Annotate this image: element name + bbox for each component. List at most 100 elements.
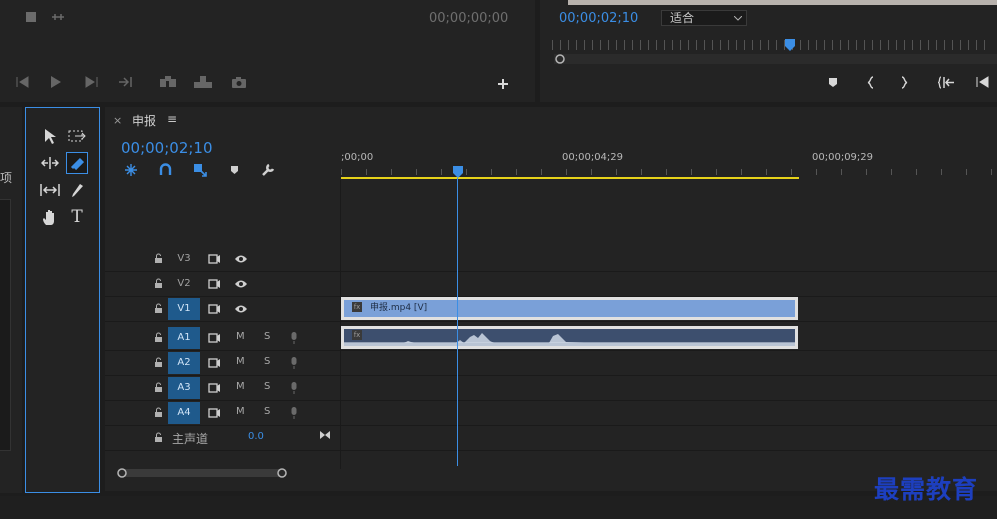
track-row-v1: V1 xyxy=(105,297,340,322)
program-monitor: 00;00;02;10 适合 xyxy=(540,0,997,102)
microphone-icon[interactable] xyxy=(290,331,298,344)
goto-in-icon[interactable] xyxy=(938,76,956,89)
insert-icon[interactable] xyxy=(158,75,178,89)
hand-tool[interactable] xyxy=(39,206,61,228)
solo-button[interactable]: S xyxy=(264,331,270,342)
track-label-a3[interactable]: A3 xyxy=(168,377,200,399)
add-button-icon[interactable] xyxy=(497,78,509,90)
export-frame-icon[interactable] xyxy=(25,11,37,23)
microphone-icon[interactable] xyxy=(290,356,298,369)
track-label-v3[interactable]: V3 xyxy=(168,248,200,270)
track-select-tool[interactable] xyxy=(66,125,88,147)
go-to-start-end-icon[interactable] xyxy=(319,430,331,440)
sync-lock-icon[interactable] xyxy=(208,383,221,393)
ripple-edit-tool[interactable] xyxy=(39,152,61,174)
mute-button[interactable]: M xyxy=(236,381,245,392)
fit-dropdown[interactable]: 适合 xyxy=(661,10,747,26)
wrench-icon[interactable] xyxy=(261,163,275,177)
track-select-icon xyxy=(68,130,86,142)
eye-icon[interactable] xyxy=(234,304,248,314)
sync-lock-icon[interactable] xyxy=(208,358,221,368)
program-playhead-icon[interactable] xyxy=(784,38,796,52)
eye-icon[interactable] xyxy=(234,279,248,289)
lock-icon[interactable] xyxy=(154,332,163,343)
step-forward-icon[interactable] xyxy=(85,76,99,88)
overwrite-icon[interactable] xyxy=(193,75,213,89)
track-label-v1[interactable]: V1 xyxy=(168,298,200,320)
mute-button[interactable]: M xyxy=(236,406,245,417)
step-back-icon[interactable] xyxy=(15,76,29,88)
video-preview xyxy=(568,0,997,5)
goto-out-icon[interactable] xyxy=(118,76,134,88)
fx-badge: fx xyxy=(352,302,362,312)
microphone-icon[interactable] xyxy=(290,406,298,419)
step-back-icon-program[interactable] xyxy=(975,76,989,88)
master-volume-value[interactable]: 0.0 xyxy=(248,431,264,442)
track-label-a2[interactable]: A2 xyxy=(168,352,200,374)
solo-button[interactable]: S xyxy=(264,381,270,392)
program-scrollbar[interactable] xyxy=(554,54,997,64)
lock-icon[interactable] xyxy=(154,278,163,289)
lane-master xyxy=(341,426,997,451)
linked-selection-icon[interactable] xyxy=(193,163,207,177)
video-clip-name: 申报.mp4 [V] xyxy=(370,303,428,313)
solo-button[interactable]: S xyxy=(264,406,270,417)
audio-clip[interactable]: fx xyxy=(341,326,798,349)
master-track-label: 主声道 xyxy=(172,432,209,446)
time-ruler[interactable]: ;00;00 00;00;04;29 00;00;09;29 xyxy=(341,147,997,180)
ripple-edit-icon xyxy=(41,157,59,169)
marker-icon[interactable] xyxy=(828,77,838,88)
snap-magnet-icon[interactable] xyxy=(159,163,172,176)
program-ruler[interactable] xyxy=(552,40,992,50)
sync-lock-icon[interactable] xyxy=(208,408,221,418)
pen-tool[interactable] xyxy=(66,179,88,201)
selection-tool[interactable] xyxy=(39,125,61,147)
scroll-end-handle-icon[interactable] xyxy=(276,467,288,479)
settings-dots-icon[interactable] xyxy=(51,13,65,21)
playhead-line[interactable] xyxy=(457,178,458,466)
lock-icon[interactable] xyxy=(154,303,163,314)
playhead-icon[interactable] xyxy=(452,165,464,179)
sync-lock-icon[interactable] xyxy=(208,254,221,264)
solo-button[interactable]: S xyxy=(264,356,270,367)
close-tab-icon[interactable]: × xyxy=(113,114,122,127)
track-row-a2: A2 M S xyxy=(105,351,340,376)
track-label-a4[interactable]: A4 xyxy=(168,402,200,424)
lock-icon[interactable] xyxy=(154,407,163,418)
track-label-v2[interactable]: V2 xyxy=(168,273,200,295)
mute-button[interactable]: M xyxy=(236,356,245,367)
work-area-bar[interactable] xyxy=(341,177,799,179)
nest-icon[interactable] xyxy=(124,163,138,177)
razor-tool[interactable] xyxy=(66,152,88,174)
sequence-tab[interactable]: 申报 xyxy=(132,112,156,129)
type-tool[interactable]: T xyxy=(66,206,88,228)
lane-a4 xyxy=(341,401,997,426)
track-label-a1[interactable]: A1 xyxy=(168,327,200,349)
timeline-scrollbar[interactable] xyxy=(117,469,287,477)
play-icon[interactable] xyxy=(50,75,62,89)
video-clip[interactable]: fx 申报.mp4 [V] xyxy=(341,297,798,320)
mark-in-icon[interactable] xyxy=(867,76,875,89)
sequence-timecode[interactable]: 00;00;02;10 xyxy=(121,139,213,157)
scroll-start-handle-icon[interactable] xyxy=(116,467,128,479)
scroll-handle-icon[interactable] xyxy=(554,53,566,65)
tab-menu-icon[interactable]: ≡ xyxy=(167,112,177,126)
program-timecode[interactable]: 00;00;02;10 xyxy=(559,11,638,26)
project-list[interactable] xyxy=(0,199,11,451)
slip-tool[interactable] xyxy=(39,179,61,201)
lock-icon[interactable] xyxy=(154,382,163,393)
mute-button[interactable]: M xyxy=(236,331,245,342)
microphone-icon[interactable] xyxy=(290,381,298,394)
fit-dropdown-label: 适合 xyxy=(670,11,695,25)
lock-icon[interactable] xyxy=(154,357,163,368)
lock-icon[interactable] xyxy=(154,432,163,443)
add-marker-icon[interactable] xyxy=(230,165,239,175)
track-row-master: 主声道 0.0 xyxy=(105,426,340,451)
camera-icon[interactable] xyxy=(231,76,247,88)
sync-lock-icon[interactable] xyxy=(208,304,221,314)
lock-icon[interactable] xyxy=(154,253,163,264)
sync-lock-icon[interactable] xyxy=(208,333,221,343)
eye-icon[interactable] xyxy=(234,254,248,264)
mark-out-icon[interactable] xyxy=(900,76,908,89)
sync-lock-icon[interactable] xyxy=(208,279,221,289)
